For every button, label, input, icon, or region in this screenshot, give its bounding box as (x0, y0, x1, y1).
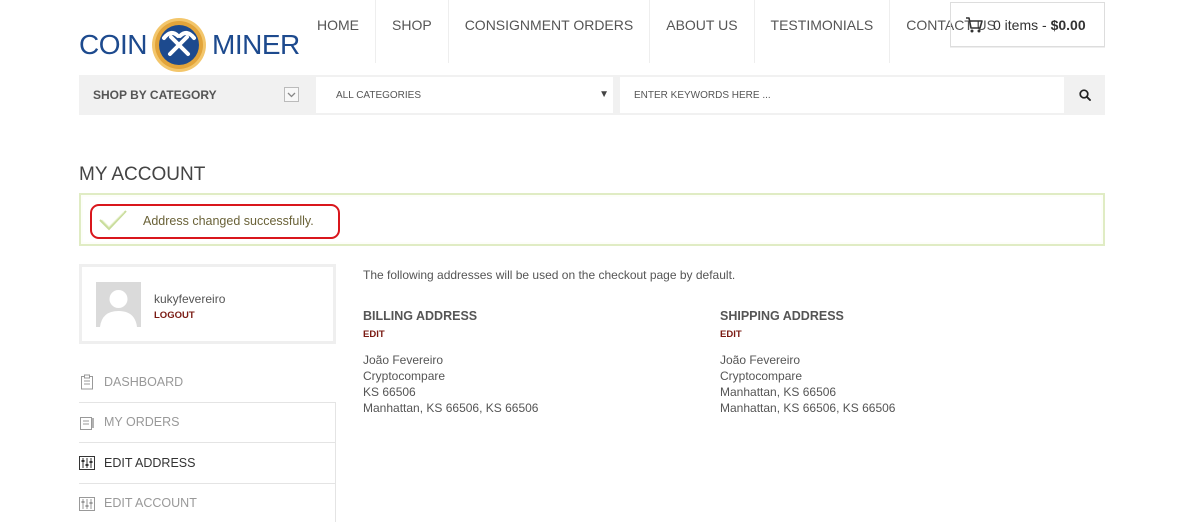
cart-button[interactable]: 0 items - $0.00 (950, 2, 1105, 47)
nav-item-testimonials[interactable]: TESTIMONIALS (755, 0, 891, 63)
nav-item-shop[interactable]: SHOP (376, 0, 449, 63)
address-line: João Fevereiro (720, 353, 801, 367)
caret-down-icon: ▼ (599, 89, 609, 100)
search-button[interactable] (1069, 81, 1101, 109)
sidebar-item-label: MY ORDERS (104, 415, 180, 430)
shop-by-category[interactable]: SHOP BY CATEGORY (79, 75, 311, 115)
category-select-value: ALL CATEGORIES (336, 89, 422, 101)
site-header: COIN MINER HOME SHOP CONSIGNMENT ORDERS … (0, 0, 1200, 75)
page-title: MY ACCOUNT (79, 164, 206, 185)
notice-message: Address changed successfully. (143, 214, 314, 228)
sidebar-item-dashboard[interactable]: DASHBOARD (79, 362, 336, 403)
coin-logo-icon (150, 16, 208, 74)
sidebar-item-label: EDIT ACCOUNT (104, 496, 197, 511)
address-line: KS 66506 (363, 385, 416, 399)
user-card: kukyfevereiro LOGOUT (79, 264, 336, 344)
chevron-down-icon[interactable] (284, 87, 299, 102)
nav-item-about-us[interactable]: ABOUT US (650, 0, 755, 63)
avatar (96, 282, 141, 327)
address-line: Manhattan, KS 66506, KS 66506 (720, 401, 896, 415)
address-line: Cryptocompare (363, 369, 446, 383)
sidebar-item-label: EDIT ADDRESS (104, 455, 196, 470)
shop-by-category-label: SHOP BY CATEGORY (93, 88, 217, 102)
billing-address: BILLING ADDRESS EDIT João Fevereiro Cryp… (363, 309, 683, 416)
logo-text-right: MINER (212, 29, 300, 60)
logo-text-left: COIN (79, 29, 148, 60)
username: kukyfevereiro (154, 292, 226, 306)
account-sidebar-menu: DASHBOARD MY ORDERS EDIT ADDRESS EDIT AC… (79, 362, 336, 522)
search-bar: SHOP BY CATEGORY ALL CATEGORIES ▼ (79, 75, 1105, 115)
nav-item-home[interactable]: HOME (301, 0, 376, 63)
sidebar-item-label: DASHBOARD (104, 374, 184, 389)
cart-separator: - (1038, 16, 1051, 33)
main-nav: HOME SHOP CONSIGNMENT ORDERS ABOUT US TE… (301, 0, 1012, 63)
address-line: Cryptocompare (720, 369, 803, 383)
sidebar-item-edit-account[interactable]: EDIT ACCOUNT (79, 483, 336, 522)
orders-icon (79, 415, 95, 431)
nav-item-consignment-orders[interactable]: CONSIGNMENT ORDERS (449, 0, 651, 63)
checkmark-icon (98, 208, 128, 237)
address-line: Manhattan, KS 66506, KS 66506 (363, 401, 539, 415)
sidebar-item-my-orders[interactable]: MY ORDERS (79, 402, 336, 443)
address-line: Manhattan, KS 66506 (720, 385, 837, 399)
cart-items-count: 0 items (993, 16, 1039, 33)
shipping-address-title: SHIPPING ADDRESS (720, 309, 844, 323)
search-input[interactable] (620, 77, 1064, 113)
billing-address-lines: João Fevereiro Cryptocompare KS 66506 Ma… (363, 352, 683, 416)
success-notice: Address changed successfully. (79, 193, 1105, 246)
cart-total: $0.00 (1050, 16, 1086, 33)
cart-icon (966, 16, 983, 32)
logout-link[interactable]: LOGOUT (154, 310, 195, 321)
shipping-address-lines: João Fevereiro Cryptocompare Manhattan, … (720, 352, 1040, 416)
sidebar-item-edit-address[interactable]: EDIT ADDRESS (79, 443, 336, 484)
edit-shipping-address-link[interactable]: EDIT (720, 329, 1040, 340)
shipping-address: SHIPPING ADDRESS EDIT João Fevereiro Cry… (720, 309, 1040, 416)
sliders-icon (79, 455, 95, 471)
sliders-icon (79, 496, 95, 512)
addresses-intro: The following addresses will be used on … (363, 268, 736, 282)
category-select[interactable]: ALL CATEGORIES ▼ (316, 77, 613, 113)
site-logo[interactable]: COIN MINER (79, 14, 300, 76)
clipboard-icon (79, 374, 95, 390)
edit-billing-address-link[interactable]: EDIT (363, 329, 683, 340)
address-line: João Fevereiro (363, 353, 444, 367)
search-icon (1079, 89, 1091, 101)
billing-address-title: BILLING ADDRESS (363, 309, 478, 323)
